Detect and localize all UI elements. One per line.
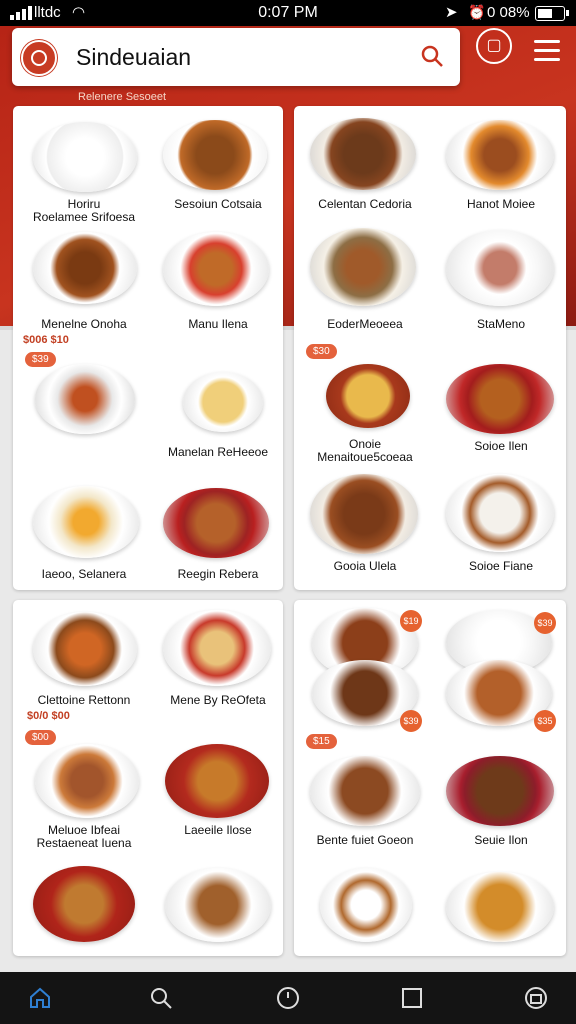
dish-image[interactable]	[163, 232, 269, 306]
clock-icon[interactable]	[276, 986, 300, 1010]
dish-image[interactable]	[320, 868, 412, 942]
dish-label: Celentan Cedoria	[318, 197, 412, 211]
dish-image[interactable]	[35, 364, 135, 434]
dish-image[interactable]	[33, 866, 135, 942]
cart-icon[interactable]	[524, 986, 548, 1010]
dish-label: Meluoe Ibfeai Restaeneat Iuena	[36, 823, 132, 850]
price-text: $006 $10	[23, 334, 69, 346]
bottom-nav	[0, 972, 576, 1024]
dish-label: Sesoiun Cotsaia	[174, 197, 262, 211]
dish-label: Manelan ReHeeoe	[167, 445, 269, 459]
dish-image[interactable]	[310, 474, 418, 554]
dish-image[interactable]	[310, 228, 416, 306]
dish-label: Clettoine Rettonn	[37, 693, 131, 707]
dish-label: EoderMeoeea	[327, 317, 403, 331]
dish-image[interactable]	[310, 756, 420, 826]
restaurant-logo	[21, 40, 57, 76]
battery-icon	[535, 6, 569, 21]
header-subtitle: Relenere Sesoeet	[78, 91, 167, 103]
price-badge: $00	[25, 730, 56, 745]
dish-label: Bente fuiet Goeon	[316, 833, 414, 847]
price-badge: $15	[306, 734, 337, 749]
dish-image[interactable]	[33, 612, 137, 686]
cart-icon[interactable]: ▢	[476, 28, 512, 64]
price-badge: $39	[25, 352, 56, 367]
app-title: Sindeuaian	[76, 44, 192, 70]
dish-label: Laeeile Ilose	[184, 823, 252, 837]
dish-image[interactable]	[33, 232, 137, 304]
location-icon: ➤	[445, 4, 458, 21]
alarm-icon: ⏰	[468, 4, 486, 20]
price-badge: $35	[534, 710, 556, 732]
menu-card: $19 $39 $39 $35 $15 Bente fuiet Goeon Se…	[294, 600, 566, 956]
dish-label: Hanot Moiee	[466, 197, 536, 211]
dish-image[interactable]	[165, 868, 271, 942]
dish-label: Onoie Menaitoue5coeaa	[317, 437, 413, 464]
hamburger-icon[interactable]	[534, 40, 560, 62]
dish-image[interactable]	[163, 610, 271, 686]
price-badge: $39	[534, 612, 556, 634]
search-icon[interactable]	[420, 44, 444, 68]
dish-image[interactable]	[163, 488, 269, 558]
search-bar[interactable]: Sindeuaian	[12, 28, 460, 86]
dish-label: Soioe Fiane	[468, 559, 534, 573]
dish-label: Manu Ilena	[188, 317, 248, 331]
status-bar: lltdc ◠ 0:07 PM ➤ ⏰ 0 08%	[0, 0, 576, 26]
home-icon[interactable]	[28, 986, 52, 1010]
dish-image[interactable]	[33, 486, 139, 558]
dish-image[interactable]	[163, 120, 267, 190]
dish-label: Gooia Ulela	[333, 559, 397, 573]
dish-image[interactable]	[446, 120, 554, 190]
price-badge: $19	[400, 610, 422, 632]
dish-label: Menelne Onoha	[41, 317, 127, 331]
dish-image[interactable]	[326, 364, 410, 428]
dish-image[interactable]	[165, 744, 269, 818]
menu-card: Celentan Cedoria Hanot Moiee EoderMeoeea…	[294, 106, 566, 590]
menu-card: Clettoine Rettonn Mene By ReOfeta $0/0 $…	[13, 600, 283, 956]
dish-label: Iaeoo, Selanera	[41, 567, 127, 581]
price-badge: $39	[400, 710, 422, 732]
dish-label: Seuie Ilon	[474, 833, 528, 847]
dish-image[interactable]	[446, 756, 554, 826]
dish-image[interactable]	[446, 230, 554, 306]
dish-label: Soioe Ilen	[474, 439, 528, 453]
dish-image[interactable]	[446, 364, 554, 434]
dish-image[interactable]	[310, 118, 416, 190]
dish-image[interactable]	[183, 372, 263, 432]
dish-label: Mene By ReOfeta	[170, 693, 266, 707]
square-icon[interactable]	[400, 986, 424, 1010]
dish-image[interactable]	[33, 122, 137, 192]
battery-percent: 0 08%	[487, 4, 530, 21]
price-badge: $30	[306, 344, 337, 359]
dish-label: Horiru Roelamee Srifoesa	[32, 197, 136, 224]
dish-label: StaMeno	[476, 317, 526, 331]
search-icon[interactable]	[149, 986, 173, 1010]
dish-image[interactable]	[446, 474, 554, 552]
price-text: $0/0 $00	[27, 710, 70, 722]
menu-card: Horiru Roelamee Srifoesa Sesoiun Cotsaia…	[13, 106, 283, 590]
dish-image[interactable]	[35, 744, 139, 818]
dish-image[interactable]	[446, 872, 554, 942]
dish-label: Reegin Rebera	[177, 567, 259, 581]
